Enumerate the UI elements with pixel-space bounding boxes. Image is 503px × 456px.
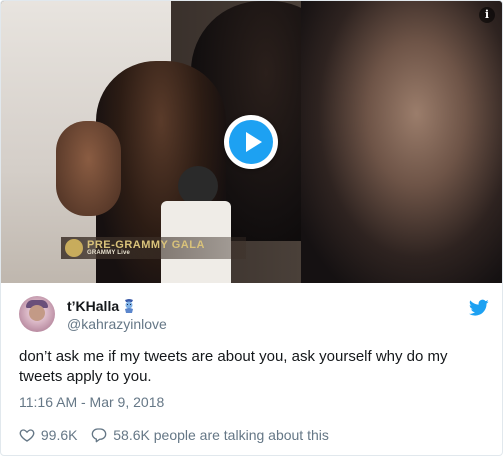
play-button[interactable] — [224, 115, 278, 169]
tweet-text: don’t ask me if my tweets are about you,… — [19, 348, 448, 385]
ok-hand-gesture — [56, 121, 121, 216]
reply-icon[interactable] — [91, 427, 107, 443]
genie-emoji-icon — [125, 299, 134, 313]
broadcast-lower-third: PRE-GRAMMY GALA GRAMMY Live — [61, 237, 246, 259]
avatar[interactable] — [19, 296, 55, 332]
like-count[interactable]: 99.6K — [41, 427, 78, 443]
heart-icon[interactable] — [19, 427, 35, 443]
info-icon[interactable]: i — [479, 7, 495, 23]
interviewer-figure — [301, 1, 502, 283]
play-icon — [246, 132, 262, 152]
talking-about-link[interactable]: 58.6K people are talking about this — [113, 427, 329, 443]
embedded-tweet-card: PRE-GRAMMY GALA GRAMMY Live i t’KHalla @ — [0, 0, 503, 456]
lower-third-subtitle: GRAMMY Live — [87, 250, 131, 256]
video-media[interactable]: PRE-GRAMMY GALA GRAMMY Live i — [1, 1, 502, 283]
tweet-timestamp[interactable]: 11:16 AM - Mar 9, 2018 — [19, 394, 164, 410]
display-name[interactable]: t’KHalla — [67, 298, 136, 314]
avatar-face — [29, 305, 45, 321]
tweet-stats: 99.6K 58.6K people are talking about thi… — [19, 426, 329, 444]
tweet-author[interactable]: t’KHalla @kahrazyinlove — [19, 296, 489, 340]
handle[interactable]: @kahrazyinlove — [67, 316, 167, 332]
display-name-text: t’KHalla — [67, 298, 120, 314]
microphone-head — [178, 166, 218, 206]
twitter-bird-icon[interactable] — [469, 299, 489, 317]
gramophone-trophy-icon — [65, 239, 83, 257]
